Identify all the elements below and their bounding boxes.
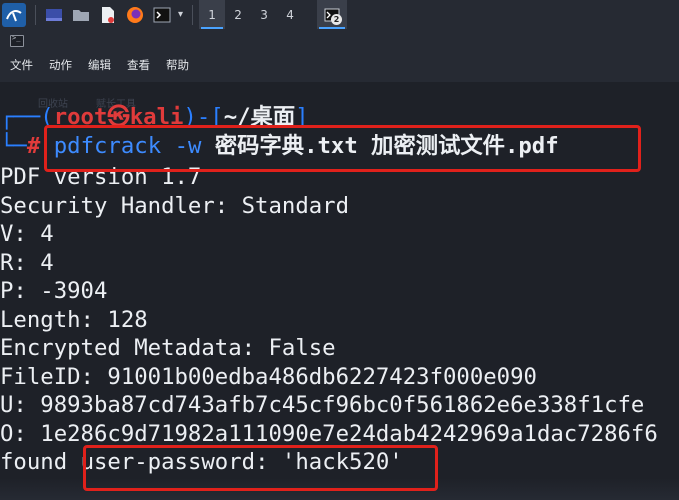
output-line: Encrypted Metadata: False bbox=[0, 335, 336, 361]
file-manager-icon[interactable] bbox=[69, 3, 93, 27]
terminal-window-icon bbox=[10, 34, 24, 47]
menu-edit[interactable]: 编辑 bbox=[86, 56, 113, 74]
menubar: 文件 动作 编辑 查看 帮助 bbox=[8, 56, 191, 74]
command-highlight-box bbox=[44, 125, 641, 172]
workspace-2[interactable]: 2 bbox=[225, 0, 251, 29]
text-editor-icon[interactable] bbox=[96, 3, 120, 27]
terminal-launcher-icon[interactable] bbox=[150, 3, 174, 27]
workspace-4[interactable]: 4 bbox=[277, 0, 303, 29]
output-line: Length: 128 bbox=[0, 307, 148, 333]
prompt-symbol: # bbox=[26, 133, 41, 159]
output-line: V: 4 bbox=[0, 221, 54, 247]
menu-file[interactable]: 文件 bbox=[8, 56, 35, 74]
show-desktop-icon[interactable] bbox=[42, 3, 66, 27]
top-panel: ▾ 1 2 3 4 2 bbox=[0, 0, 679, 29]
kali-menu-icon[interactable] bbox=[2, 2, 26, 27]
panel-separator bbox=[192, 4, 194, 25]
workspace-1[interactable]: 1 bbox=[199, 0, 226, 29]
output-line: P: -3904 bbox=[0, 278, 108, 304]
terminal-task-button[interactable]: 2 bbox=[317, 0, 348, 29]
found-prefix: found bbox=[0, 449, 68, 475]
window-count-badge: 2 bbox=[331, 14, 343, 25]
output-line: U: 9893ba87cd743afb7c45cf96bc0f561862e6e… bbox=[0, 392, 645, 418]
output-line: FileID: 91001b00edba486db6227423f000e090 bbox=[0, 364, 537, 390]
menu-view[interactable]: 查看 bbox=[125, 56, 152, 74]
workspace-3[interactable]: 3 bbox=[251, 0, 277, 29]
output-line: Security Handler: Standard bbox=[0, 193, 350, 219]
password-highlight-box bbox=[83, 445, 438, 491]
output-line: R: 4 bbox=[0, 250, 54, 276]
menu-actions[interactable]: 动作 bbox=[47, 56, 74, 74]
firefox-icon[interactable] bbox=[123, 3, 147, 27]
terminal-window-header: 文件 动作 编辑 查看 帮助 bbox=[0, 29, 679, 82]
chevron-down-icon[interactable]: ▾ bbox=[178, 9, 183, 20]
menu-help[interactable]: 帮助 bbox=[164, 56, 191, 74]
panel-separator bbox=[35, 4, 36, 25]
